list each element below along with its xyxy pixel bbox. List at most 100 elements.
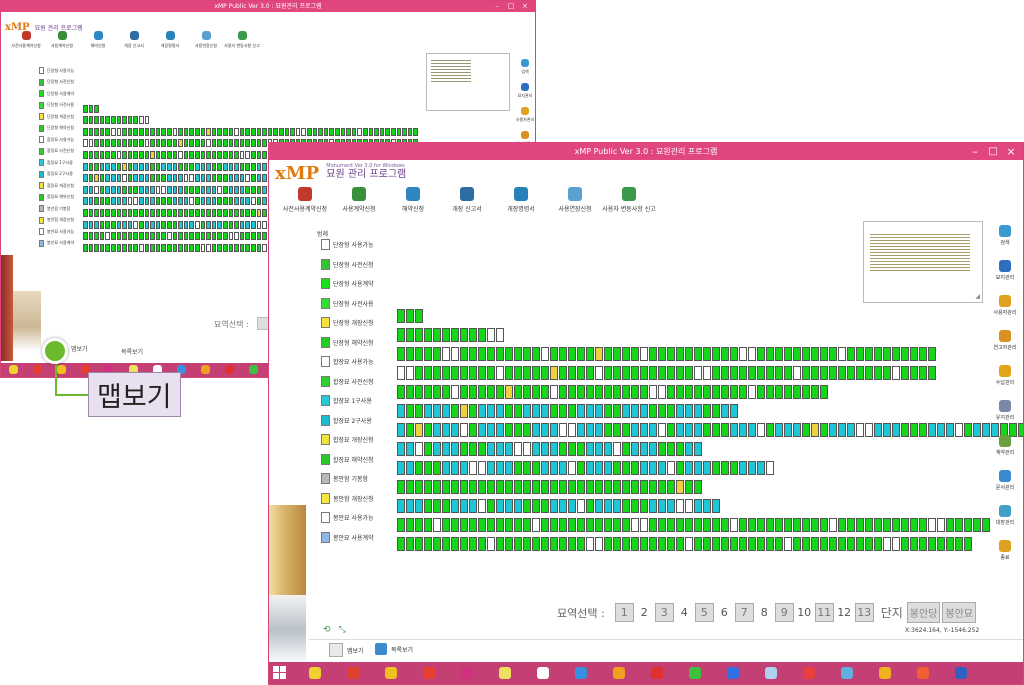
grave-cell[interactable]	[487, 461, 495, 475]
background-grave-cell[interactable]	[172, 220, 178, 229]
grave-cell[interactable]	[577, 499, 585, 513]
background-grave-cell[interactable]	[116, 197, 122, 206]
grave-cell[interactable]	[721, 347, 729, 361]
grave-cell[interactable]	[667, 461, 675, 475]
grave-cell[interactable]	[658, 537, 666, 551]
background-grave-cell[interactable]	[105, 151, 110, 159]
grave-cell[interactable]	[451, 480, 459, 494]
grave-cell[interactable]	[649, 404, 657, 418]
grave-cell[interactable]	[748, 461, 756, 475]
background-grave-cell[interactable]	[228, 209, 234, 217]
background-grave-cell[interactable]	[234, 220, 239, 229]
grave-cell[interactable]	[604, 499, 612, 513]
background-grave-cell[interactable]	[195, 139, 200, 148]
background-grave-cell[interactable]	[195, 220, 200, 229]
background-grave-cell[interactable]	[206, 243, 211, 252]
grave-cell[interactable]	[631, 442, 639, 456]
grave-cell[interactable]	[523, 423, 531, 437]
background-grave-cell[interactable]	[172, 139, 178, 148]
grave-cell[interactable]	[847, 537, 855, 551]
grave-cell[interactable]	[541, 385, 549, 399]
grave-cell[interactable]	[622, 366, 630, 380]
grave-cell[interactable]	[577, 518, 585, 532]
background-grave-cell[interactable]	[161, 139, 166, 148]
background-grave-cell[interactable]	[133, 139, 138, 148]
grave-cell[interactable]	[631, 423, 639, 437]
grave-cell[interactable]	[649, 518, 657, 532]
background-grave-cell[interactable]	[256, 197, 262, 206]
grave-cell[interactable]	[631, 347, 639, 361]
background-grave-cell[interactable]	[111, 162, 116, 171]
background-grave-cell[interactable]	[83, 243, 88, 252]
background-grave-cell[interactable]	[88, 104, 94, 113]
grave-cell[interactable]	[550, 461, 558, 475]
minimize-icon[interactable]: –	[967, 143, 983, 160]
grave-cell[interactable]	[766, 347, 774, 361]
grave-cell[interactable]	[568, 518, 576, 532]
background-grave-cell[interactable]	[122, 209, 127, 217]
background-grave-cell[interactable]	[161, 220, 166, 229]
background-grave-cell[interactable]	[206, 151, 211, 159]
background-grave-cell[interactable]	[178, 127, 183, 136]
background-grave-cell[interactable]	[116, 209, 122, 217]
grave-cell[interactable]	[604, 480, 612, 494]
grave-cell[interactable]	[937, 518, 945, 532]
grave-cell[interactable]	[559, 518, 567, 532]
grave-cell[interactable]	[451, 366, 459, 380]
grave-cell[interactable]	[433, 461, 441, 475]
danji-button-ossuary-hall[interactable]: 봉안당	[906, 602, 941, 623]
grave-cell[interactable]	[415, 518, 423, 532]
background-grave-cell[interactable]	[245, 220, 250, 229]
grave-cell[interactable]	[703, 404, 711, 418]
grave-cell[interactable]	[424, 328, 432, 342]
grave-cell[interactable]	[631, 480, 639, 494]
grave-cell[interactable]	[613, 499, 621, 513]
background-grave-cell[interactable]	[150, 220, 155, 229]
grave-cell[interactable]	[838, 423, 846, 437]
grave-cell[interactable]	[802, 385, 810, 399]
taskbar-app-icon[interactable]	[765, 667, 777, 679]
grave-cell[interactable]	[415, 328, 423, 342]
grave-cell[interactable]	[397, 499, 405, 513]
grave-cell[interactable]	[856, 423, 864, 437]
grave-cell[interactable]	[469, 480, 477, 494]
grave-cell[interactable]	[658, 461, 666, 475]
background-grave-cell[interactable]	[200, 232, 206, 241]
background-grave-cell[interactable]	[183, 185, 189, 194]
background-taskbar-app-icon[interactable]	[249, 365, 258, 374]
background-grave-cell[interactable]	[200, 220, 206, 229]
background-grave-cell[interactable]	[234, 151, 239, 159]
background-grave-cell[interactable]	[223, 209, 228, 217]
grave-cell[interactable]	[433, 385, 441, 399]
background-grave-cell[interactable]	[189, 220, 194, 229]
grave-cell[interactable]	[730, 537, 738, 551]
background-grave-cell[interactable]	[161, 127, 166, 136]
grave-cell[interactable]	[433, 423, 441, 437]
background-grave-cell[interactable]	[402, 127, 407, 136]
background-grave-cell[interactable]	[234, 127, 239, 136]
grave-cell[interactable]	[703, 518, 711, 532]
grave-cell[interactable]	[685, 385, 693, 399]
background-grave-cell[interactable]	[133, 127, 138, 136]
grave-cell[interactable]	[487, 423, 495, 437]
background-grave-cell[interactable]	[155, 127, 161, 136]
grave-cell[interactable]	[748, 537, 756, 551]
background-grave-cell[interactable]	[239, 220, 245, 229]
background-grave-cell[interactable]	[116, 174, 122, 183]
background-grave-cell[interactable]	[206, 185, 211, 194]
background-grave-cell[interactable]	[88, 127, 94, 136]
grave-cell[interactable]	[487, 480, 495, 494]
grave-cell[interactable]	[622, 461, 630, 475]
grave-cell[interactable]	[811, 366, 819, 380]
grave-cell[interactable]	[820, 347, 828, 361]
background-grave-cell[interactable]	[150, 185, 155, 194]
background-grave-cell[interactable]	[167, 127, 172, 136]
grave-cell[interactable]	[730, 404, 738, 418]
background-grave-cell[interactable]	[217, 174, 222, 183]
grave-cell[interactable]	[910, 347, 918, 361]
grave-cell[interactable]	[856, 347, 864, 361]
side-button-8[interactable]: 대장관리	[988, 505, 1022, 526]
grave-cell[interactable]	[685, 423, 693, 437]
grave-cell[interactable]	[568, 480, 576, 494]
background-grave-cell[interactable]	[178, 209, 183, 217]
